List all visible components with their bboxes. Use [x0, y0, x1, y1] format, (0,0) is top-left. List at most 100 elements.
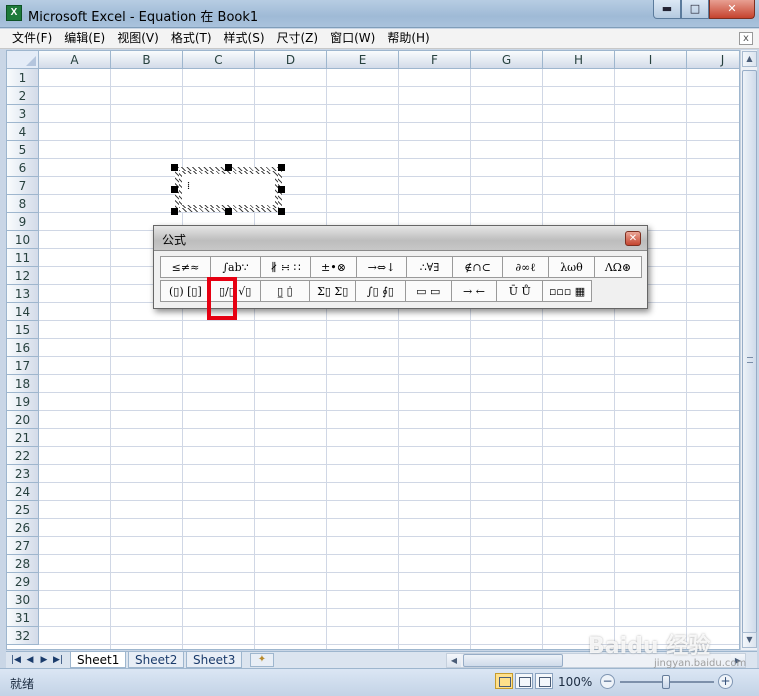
scroll-up-button[interactable]: ▲: [742, 51, 757, 67]
row-header-29[interactable]: 29: [7, 573, 39, 591]
resize-handle-w[interactable]: [171, 186, 178, 193]
sheet-tab-sheet3[interactable]: Sheet3: [186, 652, 243, 668]
document-close-button[interactable]: x: [739, 32, 753, 45]
zoom-out-button[interactable]: −: [600, 674, 615, 689]
resize-handle-se[interactable]: [278, 208, 285, 215]
new-sheet-icon[interactable]: ✦: [250, 653, 274, 667]
row-header-4[interactable]: 4: [7, 123, 39, 141]
cell-area[interactable]: [39, 69, 739, 649]
row-header-16[interactable]: 16: [7, 339, 39, 357]
greek-lowercase-palette-button[interactable]: λωθ: [549, 257, 595, 277]
row-header-27[interactable]: 27: [7, 537, 39, 555]
column-header-j[interactable]: J: [687, 51, 739, 69]
row-header-7[interactable]: 7: [7, 177, 39, 195]
sheet-tab-sheet1[interactable]: Sheet1: [70, 652, 127, 668]
resize-handle-n[interactable]: [225, 164, 232, 171]
scroll-left-button[interactable]: ◀: [447, 654, 461, 667]
equation-toolbar-titlebar[interactable]: 公式 ✕: [154, 226, 647, 251]
menu-size[interactable]: 尺寸(Z): [271, 29, 325, 48]
vertical-scroll-thumb[interactable]: [742, 70, 757, 648]
resize-handle-e[interactable]: [278, 186, 285, 193]
column-header-c[interactable]: C: [183, 51, 255, 69]
menu-format[interactable]: 格式(T): [165, 29, 218, 48]
column-header-a[interactable]: A: [39, 51, 111, 69]
logic-palette-button[interactable]: ∴∀∃: [407, 257, 453, 277]
row-header-21[interactable]: 21: [7, 429, 39, 447]
zoom-in-button[interactable]: +: [718, 674, 733, 689]
row-header-1[interactable]: 1: [7, 69, 39, 87]
vertical-scrollbar[interactable]: ▲ ▼: [740, 50, 757, 650]
embellishments-palette-button[interactable]: ∦ ∺ ∷: [261, 257, 311, 277]
products-templates-button[interactable]: Ū Ů: [497, 281, 544, 301]
row-header-12[interactable]: 12: [7, 267, 39, 285]
row-header-11[interactable]: 11: [7, 249, 39, 267]
menu-edit[interactable]: 编辑(E): [58, 29, 111, 48]
greek-uppercase-palette-button[interactable]: ΛΩ⊛: [595, 257, 641, 277]
spaces-ellipses-palette-button[interactable]: ∫ab∵: [211, 257, 261, 277]
first-sheet-nav-icon[interactable]: |◀: [10, 654, 22, 666]
menu-style[interactable]: 样式(S): [218, 29, 271, 48]
column-header-e[interactable]: E: [327, 51, 399, 69]
misc-symbols-palette-button[interactable]: ∂∞ℓ: [503, 257, 549, 277]
row-header-18[interactable]: 18: [7, 375, 39, 393]
close-button[interactable]: ✕: [709, 0, 755, 19]
column-header-g[interactable]: G: [471, 51, 543, 69]
row-header-2[interactable]: 2: [7, 87, 39, 105]
menu-help[interactable]: 帮助(H): [381, 29, 435, 48]
row-header-8[interactable]: 8: [7, 195, 39, 213]
row-header-31[interactable]: 31: [7, 609, 39, 627]
scroll-down-button[interactable]: ▼: [742, 632, 757, 648]
column-header-b[interactable]: B: [111, 51, 183, 69]
relations-palette-button[interactable]: ≤≠≈: [161, 257, 211, 277]
resize-handle-sw[interactable]: [171, 208, 178, 215]
row-header-3[interactable]: 3: [7, 105, 39, 123]
row-header-19[interactable]: 19: [7, 393, 39, 411]
row-header-17[interactable]: 17: [7, 357, 39, 375]
column-header-i[interactable]: I: [615, 51, 687, 69]
column-header-d[interactable]: D: [255, 51, 327, 69]
equation-object[interactable]: ⁞: [175, 167, 282, 212]
menu-file[interactable]: 文件(F): [6, 29, 58, 48]
page-break-view-icon[interactable]: [535, 673, 553, 689]
column-header-f[interactable]: F: [399, 51, 471, 69]
overbar-underbar-templates-button[interactable]: ▭ ▭: [406, 281, 452, 301]
column-header-h[interactable]: H: [543, 51, 615, 69]
equation-toolbar-close-button[interactable]: ✕: [625, 231, 641, 246]
set-theory-palette-button[interactable]: ∉∩⊂: [453, 257, 503, 277]
fence-templates-button[interactable]: (▯) [▯]: [161, 281, 211, 301]
subscript-superscript-templates-button[interactable]: ▯̲ ▯̇: [261, 281, 311, 301]
resize-handle-nw[interactable]: [171, 164, 178, 171]
row-header-28[interactable]: 28: [7, 555, 39, 573]
labeled-arrow-templates-button[interactable]: → ←: [452, 281, 498, 301]
menu-window[interactable]: 窗口(W): [324, 29, 381, 48]
spreadsheet-grid[interactable]: ABCDEFGHIJ 1 2 3 4 5 6 7 8 9 10 11 12 13 14 15 16 17 18 19…: [6, 50, 740, 650]
row-header-20[interactable]: 20: [7, 411, 39, 429]
minimize-button[interactable]: ▬: [653, 0, 681, 19]
row-header-13[interactable]: 13: [7, 285, 39, 303]
summation-templates-button[interactable]: Σ▯ Σ▯: [310, 281, 357, 301]
arrows-palette-button[interactable]: →⇔↓: [357, 257, 407, 277]
zoom-slider-thumb[interactable]: [662, 675, 670, 689]
row-header-25[interactable]: 25: [7, 501, 39, 519]
menu-view[interactable]: 视图(V): [111, 29, 165, 48]
zoom-level[interactable]: 100%: [558, 675, 592, 689]
row-header-23[interactable]: 23: [7, 465, 39, 483]
last-sheet-nav-icon[interactable]: ▶|: [52, 654, 64, 666]
maximize-button[interactable]: □: [681, 0, 709, 19]
row-header-5[interactable]: 5: [7, 141, 39, 159]
row-header-9[interactable]: 9: [7, 213, 39, 231]
operators-palette-button[interactable]: ±•⊗: [311, 257, 357, 277]
row-header-10[interactable]: 10: [7, 231, 39, 249]
row-header-14[interactable]: 14: [7, 303, 39, 321]
page-layout-view-icon[interactable]: [515, 673, 533, 689]
prev-sheet-nav-icon[interactable]: ◀: [24, 654, 36, 666]
resize-handle-s[interactable]: [225, 208, 232, 215]
row-header-15[interactable]: 15: [7, 321, 39, 339]
horizontal-scroll-thumb[interactable]: [463, 654, 563, 667]
row-header-32[interactable]: 32: [7, 627, 39, 645]
row-header-24[interactable]: 24: [7, 483, 39, 501]
select-all-corner[interactable]: [7, 51, 39, 69]
integral-templates-button[interactable]: ∫▯ ∮▯: [356, 281, 406, 301]
equation-input-area[interactable]: ⁞: [182, 174, 275, 205]
row-header-26[interactable]: 26: [7, 519, 39, 537]
